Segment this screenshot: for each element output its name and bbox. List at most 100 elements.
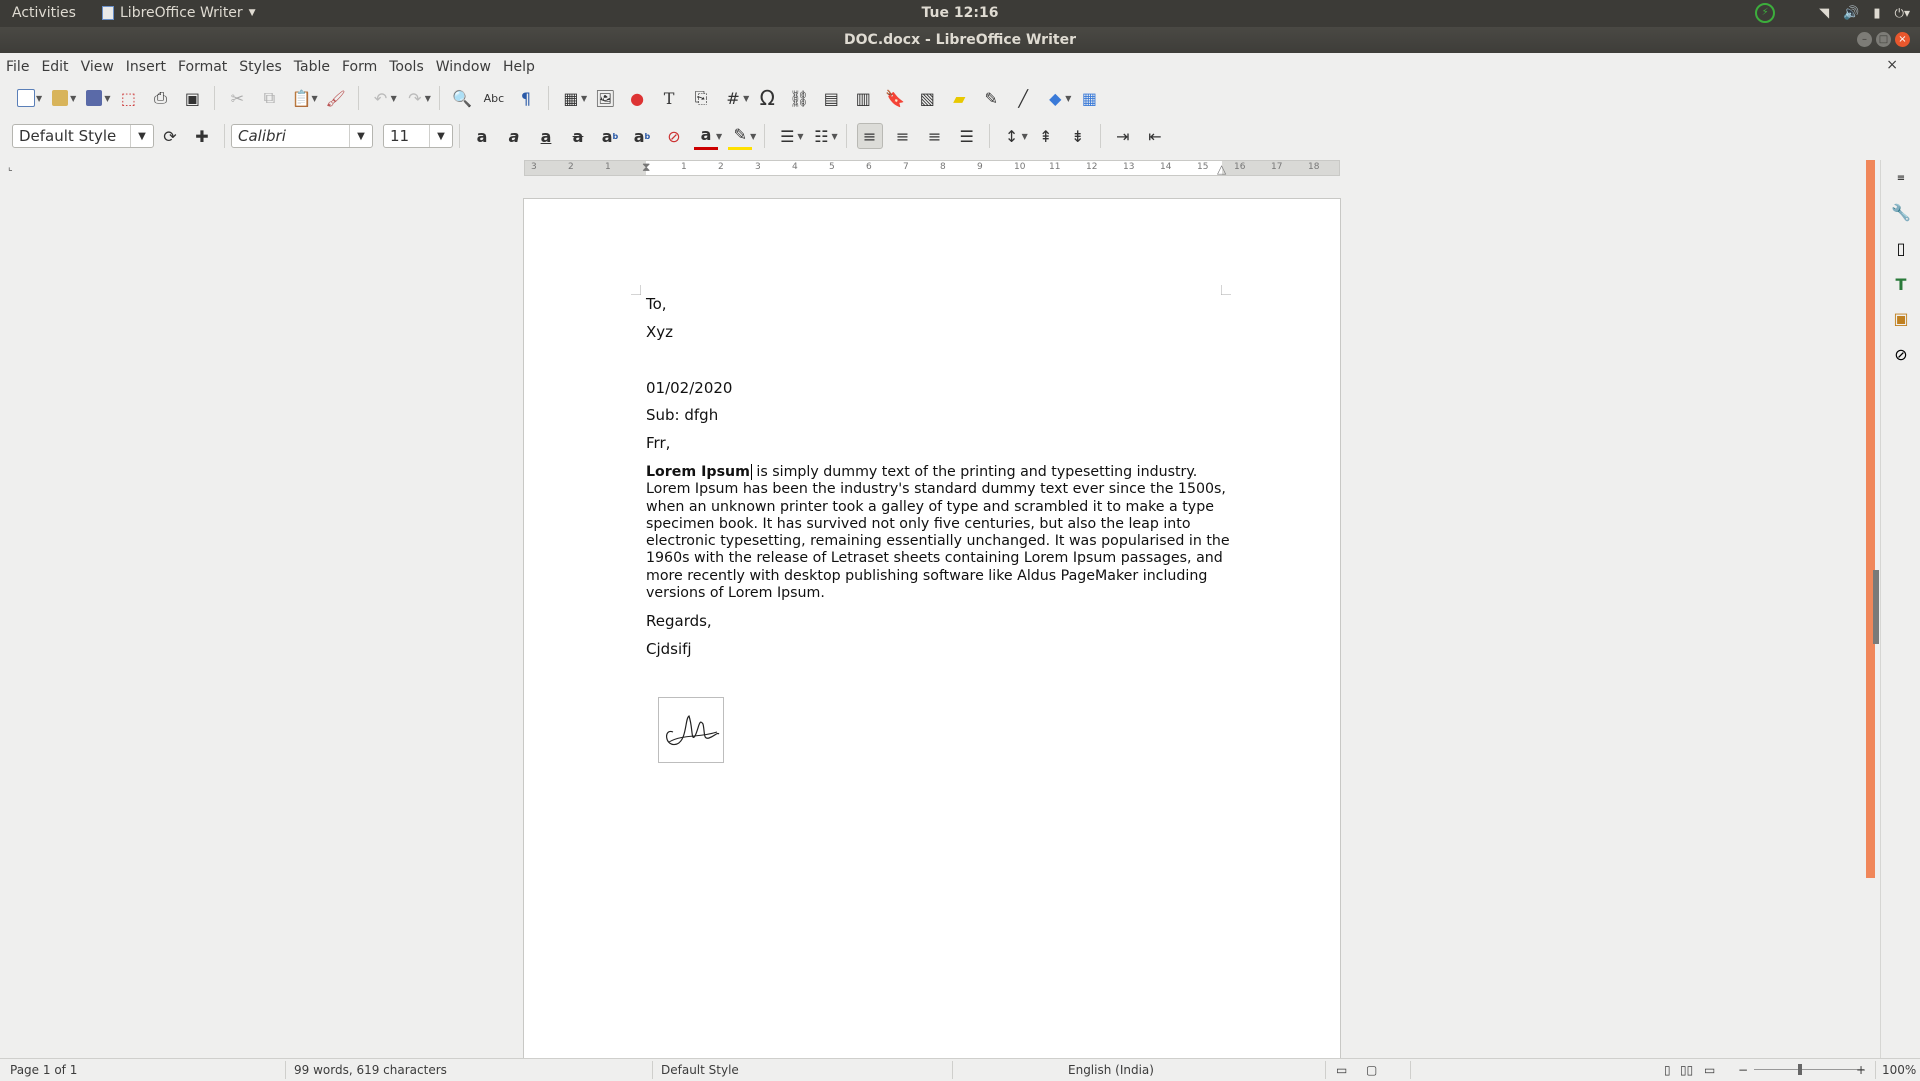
clock[interactable]: Tue 12:16 [0,5,1920,21]
page-count[interactable]: Page 1 of 1 [10,1063,77,1077]
sidebar-toggle-icon[interactable]: ▦ [1077,86,1101,110]
insert-endnote-icon[interactable]: ▥ [851,86,875,110]
increase-paragraph-spacing-icon[interactable]: ⇞ [1034,124,1058,148]
page-icon[interactable]: ▯ [1889,236,1913,260]
font-name-combo[interactable]: Calibri ▼ [231,124,373,148]
vertical-scrollbar[interactable] [1866,160,1875,878]
menu-insert[interactable]: Insert [120,59,172,75]
zoom-out-icon[interactable]: − [1738,1063,1748,1077]
single-page-view-icon[interactable]: ▯ [1664,1063,1671,1077]
update-icon[interactable]: ⚡ [1755,3,1776,23]
undo-icon[interactable]: ↶ [369,86,393,110]
document-line[interactable]: 01/02/2020 [646,379,732,397]
align-right-icon[interactable]: ≡ [923,124,947,148]
chevron-down-icon[interactable]: ▼ [130,125,153,147]
insert-field-icon[interactable]: # [721,86,745,110]
open-folder-icon[interactable] [48,86,72,110]
highlight-color-icon[interactable]: ✎ [728,123,753,150]
chevron-down-icon[interactable]: ▼ [349,125,372,147]
zoom-slider-handle[interactable] [1798,1064,1802,1075]
book-view-icon[interactable]: ▭ [1704,1063,1715,1077]
numbered-list-icon[interactable]: ☷ [809,124,833,148]
horizontal-ruler[interactable]: 3 2 1 ⧗ 1 2 3 4 5 6 7 8 9 10 11 12 13 14… [524,160,1340,176]
export-pdf-icon[interactable]: ⬚ [116,86,140,110]
word-count[interactable]: 99 words, 619 characters [294,1063,447,1077]
paste-icon[interactable]: 📋 [289,86,313,110]
underline-icon[interactable]: a [534,124,558,148]
document-page[interactable]: To, Xyz 01/02/2020 Sub: dfgh Frr, Lorem … [523,198,1341,1080]
font-color-icon[interactable]: a [694,123,718,150]
increase-indent-icon[interactable]: ⇥ [1111,124,1135,148]
subscript-icon[interactable]: ab [630,124,654,148]
insert-hyperlink-icon[interactable]: ⛓ [787,86,811,110]
page-style[interactable]: Default Style [661,1063,739,1077]
menu-help[interactable]: Help [497,59,541,75]
find-replace-icon[interactable]: 🔍 [450,86,474,110]
formatting-marks-icon[interactable]: ¶ [514,86,538,110]
document-line[interactable]: To, [646,295,667,313]
decrease-paragraph-spacing-icon[interactable]: ⇟ [1066,124,1090,148]
power-icon[interactable]: ⏻▾ [1894,6,1910,21]
print-icon[interactable]: ⎙ [148,86,172,110]
tab-stop-selector-icon[interactable]: ⌞ [8,162,13,173]
signature-image[interactable] [658,697,724,763]
insert-textbox-icon[interactable]: T [657,86,681,110]
body-paragraph[interactable]: Lorem Ipsum is simply dummy text of the … [646,464,1238,602]
menu-tools[interactable]: Tools [383,59,430,75]
menu-window[interactable]: Window [430,59,497,75]
menu-file[interactable]: File [0,59,35,75]
menu-table[interactable]: Table [288,59,336,75]
insert-chart-icon[interactable]: ● [625,86,649,110]
bullet-list-icon[interactable]: ☰ [775,124,799,148]
insert-line-icon[interactable]: ╱ [1011,86,1035,110]
update-style-icon[interactable]: ⟳ [158,124,182,148]
document-line[interactable]: Xyz [646,323,673,341]
battery-icon[interactable]: ▮ [1873,6,1880,21]
insert-bookmark-icon[interactable]: 🔖 [883,86,907,110]
new-style-icon[interactable]: ✚ [190,124,214,148]
document-line[interactable]: Frr, [646,434,670,452]
special-character-icon[interactable]: Ω [755,86,779,110]
print-preview-icon[interactable]: ▣ [180,86,204,110]
basic-shapes-icon[interactable]: ◆ [1043,86,1067,110]
align-center-icon[interactable]: ≡ [891,124,915,148]
language[interactable]: English (India) [1068,1063,1154,1077]
insert-cross-reference-icon[interactable]: ▧ [915,86,939,110]
menu-edit[interactable]: Edit [35,59,74,75]
right-indent-marker-icon[interactable]: △ [1217,162,1226,176]
menu-view[interactable]: View [75,59,120,75]
font-size-combo[interactable]: 11 ▼ [383,124,453,148]
maximize-button[interactable]: □ [1876,32,1891,47]
align-justify-icon[interactable]: ☰ [955,124,979,148]
navigator-icon[interactable]: ⊘ [1889,342,1913,366]
wifi-icon[interactable]: ◥ [1819,6,1829,21]
line-spacing-icon[interactable]: ↕ [1000,124,1024,148]
multi-page-view-icon[interactable]: ▯▯ [1680,1063,1693,1077]
align-left-icon[interactable]: ≡ [856,123,883,149]
zoom-in-icon[interactable]: + [1856,1063,1866,1077]
superscript-icon[interactable]: ab [598,124,622,148]
document-modified-icon[interactable]: ▢ [1366,1063,1377,1077]
copy-icon[interactable]: ⧉ [257,86,281,110]
save-icon[interactable] [82,86,106,110]
properties-icon[interactable]: 🔧 [1889,200,1913,224]
insert-comment-icon[interactable]: ▰ [947,86,971,110]
styles-icon[interactable]: T [1889,272,1913,296]
menu-styles[interactable]: Styles [233,59,287,75]
chevron-down-icon[interactable]: ▼ [429,125,452,147]
minimize-button[interactable]: – [1857,32,1872,47]
closing-line[interactable]: Regards, [646,612,712,630]
indent-marker-icon[interactable]: ⧗ [642,160,650,175]
new-document-icon[interactable] [14,86,38,110]
decrease-indent-icon[interactable]: ⇤ [1143,124,1167,148]
signer-name[interactable]: Cjdsifj [646,640,692,658]
gallery-icon[interactable]: ▣ [1889,306,1913,330]
cut-icon[interactable]: ✂ [225,86,249,110]
paragraph-style-combo[interactable]: Default Style ▼ [12,124,154,148]
insert-image-icon[interactable]: 🖼 [593,86,617,110]
bold-icon[interactable]: a [470,124,494,148]
document-line[interactable]: Sub: dfgh [646,406,718,424]
close-button[interactable]: × [1895,32,1910,47]
italic-icon[interactable]: a [502,124,526,148]
clear-formatting-icon[interactable]: ⊘ [662,124,686,148]
